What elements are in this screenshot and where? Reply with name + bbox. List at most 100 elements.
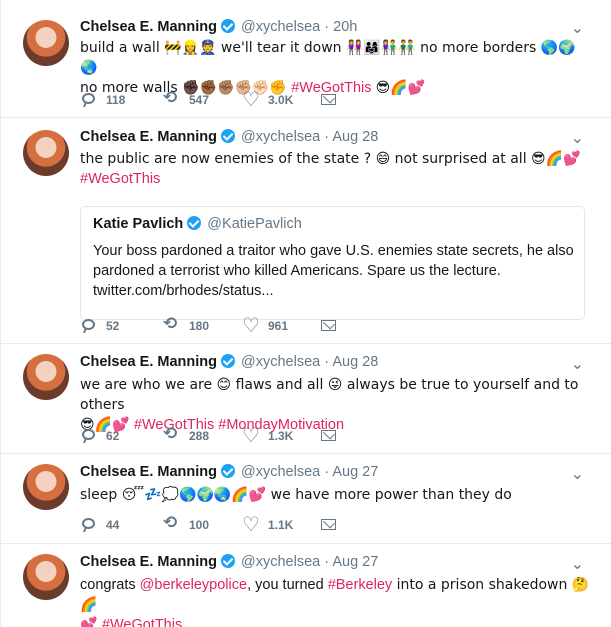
like-count: 1.1K: [268, 518, 294, 532]
timestamp[interactable]: Aug 28: [332, 129, 378, 145]
like-button[interactable]: 1.1K: [242, 512, 294, 537]
retweet-button[interactable]: 180: [163, 314, 210, 335]
quoted-display-name[interactable]: Katie Pavlich: [93, 216, 183, 232]
emoji-group: 💕: [80, 617, 102, 627]
chevron-down-icon[interactable]: ⌄: [571, 128, 584, 148]
handle[interactable]: @xychelsea: [241, 19, 320, 35]
display-name[interactable]: Chelsea E. Manning: [80, 19, 217, 35]
tweet[interactable]: Chelsea E. Manning @xychelsea · Aug 28 ⌄…: [1, 118, 611, 344]
tweet-text-line: we are who we are 😊 flaws and all 😜 alwa…: [80, 377, 579, 413]
retweet-count: 100: [189, 518, 210, 532]
handle[interactable]: @xychelsea: [241, 129, 320, 145]
tweet[interactable]: Chelsea E. Manning @xychelsea · Aug 27 ⌄…: [1, 544, 611, 627]
envelope-icon: [320, 317, 338, 335]
retweet-button[interactable]: 288: [163, 424, 210, 445]
avatar[interactable]: [23, 20, 69, 66]
timestamp[interactable]: Aug 27: [332, 464, 378, 480]
like-count: 1.3K: [268, 429, 294, 443]
envelope-icon: [320, 91, 338, 109]
reply-icon: [80, 516, 98, 534]
message-button[interactable]: [320, 91, 338, 109]
reply-count: 44: [106, 518, 120, 532]
message-button[interactable]: [320, 317, 338, 335]
tweet-text: congrats @berkeleypolice, you turned #Be…: [80, 575, 592, 627]
retweet-button[interactable]: 547: [163, 88, 210, 109]
retweet-icon: [163, 424, 181, 445]
mention-link[interactable]: @berkeleypolice: [140, 577, 247, 593]
retweet-count: 547: [189, 93, 210, 107]
timestamp[interactable]: Aug 28: [332, 354, 378, 370]
quoted-tweet[interactable]: Katie Pavlich @KatiePavlich Your boss pa…: [80, 206, 585, 320]
reply-button[interactable]: 44: [80, 516, 119, 534]
retweet-icon: [163, 314, 181, 335]
reply-icon: [80, 317, 98, 335]
tweet-header: Chelsea E. Manning @xychelsea · Aug 27: [80, 553, 378, 571]
avatar[interactable]: [23, 554, 69, 600]
hashtag-link[interactable]: #WeGotThis: [102, 617, 182, 627]
like-button[interactable]: 961: [242, 313, 288, 338]
tweet-text: sleep 😴💤💭🌎🌍🌏🌈💕 we have more power than t…: [80, 485, 592, 505]
reply-count: 62: [106, 429, 120, 443]
tweet-header: Chelsea E. Manning @xychelsea · Aug 28: [80, 128, 378, 146]
handle[interactable]: @xychelsea: [241, 554, 320, 570]
tweet-text-line: sleep 😴💤💭🌎🌍🌏🌈💕 we have more power than t…: [80, 487, 512, 503]
handle[interactable]: @xychelsea: [241, 464, 320, 480]
display-name[interactable]: Chelsea E. Manning: [80, 464, 217, 480]
like-count: 3.0K: [268, 93, 294, 107]
avatar[interactable]: [23, 354, 69, 400]
avatar[interactable]: [23, 464, 69, 510]
hashtag-link[interactable]: #Berkeley: [328, 577, 392, 593]
chevron-down-icon[interactable]: ⌄: [571, 464, 584, 484]
verified-icon: [187, 216, 202, 230]
tweet[interactable]: Chelsea E. Manning @xychelsea · Aug 27 ⌄…: [1, 454, 611, 544]
reply-icon: [80, 91, 98, 109]
timestamp[interactable]: 20h: [333, 19, 357, 35]
reply-button[interactable]: 52: [80, 317, 119, 335]
verified-icon: [220, 129, 235, 143]
envelope-icon: [320, 516, 338, 534]
hashtag-link[interactable]: #WeGotThis: [80, 171, 160, 187]
tweet-text-segment: , you turned: [247, 577, 328, 593]
verified-icon: [220, 464, 235, 478]
retweet-icon: [163, 513, 181, 534]
tweet-text: the public are now enemies of the state …: [80, 149, 592, 189]
chevron-down-icon[interactable]: ⌄: [571, 554, 584, 574]
verified-icon: [220, 19, 235, 33]
tweet[interactable]: Chelsea E. Manning @xychelsea · 20h ⌄ bu…: [1, 0, 611, 118]
tweet-text-line: build a wall 🚧👷‍♀️👮 we'll tear it down 👭…: [80, 40, 576, 76]
message-button[interactable]: [320, 516, 338, 534]
reply-count: 118: [106, 93, 126, 107]
message-button[interactable]: [320, 427, 338, 445]
retweet-count: 288: [189, 429, 210, 443]
verified-icon: [220, 554, 235, 568]
separator: ·: [324, 354, 330, 370]
tweet-text: build a wall 🚧👷‍♀️👮 we'll tear it down 👭…: [80, 38, 592, 98]
like-button[interactable]: 1.3K: [242, 423, 294, 448]
separator: ·: [324, 19, 330, 35]
separator: ·: [324, 129, 330, 145]
avatar[interactable]: [23, 130, 69, 176]
tweet-header: Chelsea E. Manning @xychelsea · Aug 28: [80, 353, 378, 371]
separator: ·: [324, 554, 330, 570]
like-button[interactable]: 3.0K: [242, 87, 294, 112]
tweet[interactable]: Chelsea E. Manning @xychelsea · Aug 28 ⌄…: [1, 344, 611, 454]
heart-icon: [242, 423, 260, 448]
display-name[interactable]: Chelsea E. Manning: [80, 129, 217, 145]
reply-icon: [80, 427, 98, 445]
heart-icon: [242, 313, 260, 338]
separator: ·: [324, 464, 330, 480]
timestamp[interactable]: Aug 27: [332, 554, 378, 570]
retweet-count: 180: [189, 319, 210, 333]
verified-icon: [220, 354, 235, 368]
quoted-text: Your boss pardoned a traitor who gave U.…: [93, 243, 574, 299]
reply-count: 52: [106, 319, 120, 333]
quoted-handle[interactable]: @KatiePavlich: [207, 216, 302, 232]
chevron-down-icon[interactable]: ⌄: [571, 354, 584, 374]
display-name[interactable]: Chelsea E. Manning: [80, 354, 217, 370]
chevron-down-icon[interactable]: ⌄: [571, 18, 584, 38]
retweet-button[interactable]: 100: [163, 513, 210, 534]
reply-button[interactable]: 62: [80, 427, 119, 445]
handle[interactable]: @xychelsea: [241, 354, 320, 370]
display-name[interactable]: Chelsea E. Manning: [80, 554, 217, 570]
reply-button[interactable]: 118: [80, 91, 125, 109]
